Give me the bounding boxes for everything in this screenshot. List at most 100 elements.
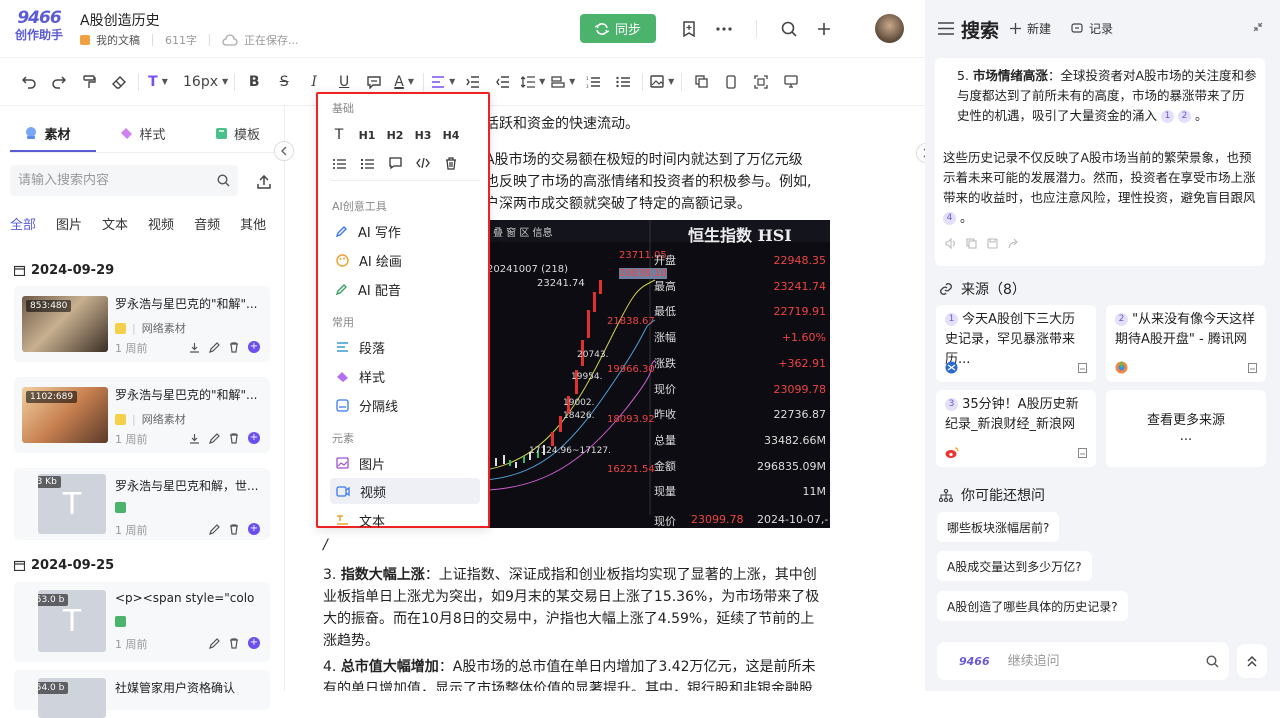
heading2-button[interactable]: H2 bbox=[387, 128, 404, 142]
menu-icon[interactable] bbox=[938, 22, 954, 35]
add-to-doc-icon[interactable]: + bbox=[248, 523, 260, 535]
save-icon[interactable] bbox=[987, 238, 998, 249]
doc-folder[interactable]: 我的文稿 bbox=[96, 32, 140, 48]
delete-icon[interactable] bbox=[229, 637, 239, 649]
delete-icon[interactable] bbox=[229, 341, 239, 353]
copy-icon[interactable] bbox=[966, 238, 977, 249]
menu-item-ai-paint[interactable]: AI 绘画 bbox=[330, 247, 480, 273]
related-question[interactable]: A股创造了哪些具体的历史记录? bbox=[937, 591, 1128, 621]
edit-icon[interactable] bbox=[209, 637, 220, 649]
filter-video[interactable]: 视频 bbox=[148, 214, 174, 233]
source-card[interactable]: 1 今天A股创下三大历史记录，罕见暴涨带来历... bbox=[936, 305, 1096, 382]
edit-icon[interactable] bbox=[209, 432, 220, 444]
scroll-top-button[interactable] bbox=[1237, 644, 1267, 678]
material-card[interactable]: 754.0 b 社媒管家用户资格确认 bbox=[14, 670, 270, 718]
material-card[interactable]: 1102:689 罗永浩与星巴克的"和解"... | 网络素材 1 周前 + bbox=[14, 377, 270, 453]
related-question[interactable]: A股成交量达到多少万亿? bbox=[937, 551, 1092, 581]
save-icon[interactable] bbox=[1078, 362, 1087, 373]
eraser-button[interactable] bbox=[104, 67, 134, 97]
share-icon[interactable] bbox=[1008, 238, 1019, 249]
tab-materials[interactable]: 素材 bbox=[0, 118, 95, 148]
ordered-list-icon[interactable] bbox=[332, 156, 346, 170]
follow-up-input[interactable] bbox=[1007, 653, 1206, 669]
stock-chart-image[interactable]: 叠 窗 区 信息 恒生指数 HSI 20241007 (218) 23241.7… bbox=[485, 220, 830, 528]
source-card[interactable]: 3 35分钟！A股历史新纪录_新浪财经_新浪网 bbox=[936, 390, 1096, 467]
bullet-list-button[interactable] bbox=[608, 67, 638, 97]
menu-item-image[interactable]: 图片 bbox=[330, 450, 480, 476]
material-card[interactable]: 1.3 Kb T 罗永浩与星巴克和解，世... 1 周前 + bbox=[14, 468, 270, 540]
citation-1[interactable]: 1 bbox=[1161, 110, 1174, 123]
search-icon[interactable] bbox=[1206, 654, 1219, 668]
related-question[interactable]: 哪些板块涨幅居前? bbox=[937, 512, 1060, 542]
search-icon[interactable] bbox=[217, 174, 230, 187]
code-icon[interactable] bbox=[416, 156, 430, 170]
delete-icon[interactable] bbox=[444, 156, 458, 170]
font-size-dropdown[interactable]: 16px ▼ bbox=[181, 67, 230, 97]
history-button[interactable]: 记录 bbox=[1071, 20, 1113, 37]
save-icon[interactable] bbox=[1248, 362, 1257, 373]
add-to-doc-icon[interactable]: + bbox=[248, 341, 260, 353]
add-icon[interactable] bbox=[813, 18, 835, 40]
more-icon[interactable] bbox=[713, 18, 735, 40]
citation-2[interactable]: 2 bbox=[1177, 110, 1191, 123]
bold-button[interactable]: B bbox=[239, 67, 269, 97]
citation-4[interactable]: 4 bbox=[943, 212, 956, 225]
edit-icon[interactable] bbox=[209, 523, 220, 535]
sync-button[interactable]: 同步 bbox=[580, 14, 656, 43]
heading4-button[interactable]: H4 bbox=[443, 128, 460, 142]
filter-text[interactable]: 文本 bbox=[102, 214, 128, 233]
doc-title[interactable]: A股创造历史 bbox=[80, 10, 160, 30]
source-card[interactable]: 2 "从来没有像今天这样期待A股开盘" - 腾讯网 bbox=[1106, 305, 1266, 382]
add-to-doc-icon[interactable]: + bbox=[248, 637, 260, 649]
menu-item-paragraph[interactable]: 段落 bbox=[330, 334, 480, 360]
text-block-button[interactable]: T bbox=[332, 127, 346, 143]
material-card[interactable]: 653.0 b T <p><span style="colo 1 周前 + bbox=[14, 582, 270, 662]
menu-item-ai-write[interactable]: AI 写作 bbox=[330, 218, 480, 244]
app-logo[interactable]: 9466 创作助手 bbox=[14, 10, 64, 48]
search-icon[interactable] bbox=[778, 18, 800, 40]
screenshot-button[interactable] bbox=[746, 67, 776, 97]
delete-icon[interactable] bbox=[229, 523, 239, 535]
filter-all[interactable]: 全部 bbox=[10, 214, 36, 233]
bullet-list-icon[interactable] bbox=[360, 156, 374, 170]
material-search-input[interactable] bbox=[18, 173, 217, 188]
menu-item-video[interactable]: 视频 bbox=[330, 478, 480, 504]
tab-templates[interactable]: 模板 bbox=[190, 118, 285, 148]
text-style-dropdown[interactable]: T ▼ bbox=[143, 67, 173, 97]
heading1-button[interactable]: H1 bbox=[359, 128, 376, 142]
material-card[interactable]: 853:480 罗永浩与星巴克的"和解"... | 网络素材 1 周前 + bbox=[14, 286, 270, 362]
filter-image[interactable]: 图片 bbox=[56, 214, 82, 233]
download-icon[interactable] bbox=[189, 341, 200, 353]
more-sources-button[interactable]: 查看更多来源 ... bbox=[1106, 390, 1266, 467]
minimize-icon[interactable] bbox=[1253, 22, 1263, 32]
quote-icon[interactable] bbox=[388, 156, 402, 170]
add-to-doc-icon[interactable]: + bbox=[248, 432, 260, 444]
heading3-button[interactable]: H3 bbox=[415, 128, 432, 142]
edit-icon[interactable] bbox=[209, 341, 220, 353]
copy-button[interactable] bbox=[686, 67, 716, 97]
layout-dropdown[interactable]: ▼ bbox=[548, 67, 578, 97]
undo-button[interactable] bbox=[14, 67, 44, 97]
save-icon[interactable] bbox=[1078, 448, 1087, 458]
ordered-list-button[interactable]: 13 bbox=[578, 67, 608, 97]
insert-image-dropdown[interactable]: ▼ bbox=[647, 67, 677, 97]
download-icon[interactable] bbox=[189, 432, 200, 444]
filter-audio[interactable]: 音频 bbox=[194, 214, 220, 233]
new-search-button[interactable]: 新建 bbox=[1010, 20, 1051, 37]
redo-button[interactable] bbox=[44, 67, 74, 97]
mobile-preview-button[interactable] bbox=[716, 67, 746, 97]
filter-other[interactable]: 其他 bbox=[240, 214, 266, 233]
desktop-preview-button[interactable] bbox=[776, 67, 806, 97]
speaker-icon[interactable] bbox=[945, 238, 956, 249]
delete-icon[interactable] bbox=[229, 432, 239, 444]
strikethrough-button[interactable]: S bbox=[269, 67, 299, 97]
menu-item-divider[interactable]: 分隔线 bbox=[330, 392, 480, 418]
upload-icon[interactable] bbox=[252, 170, 276, 194]
menu-item-style[interactable]: 样式 bbox=[330, 363, 480, 389]
line-height-dropdown[interactable]: ▼ bbox=[518, 67, 548, 97]
bookmark-icon[interactable] bbox=[678, 18, 700, 40]
menu-item-ai-voice[interactable]: AI 配音 bbox=[330, 276, 480, 302]
menu-item-text[interactable]: 文本 bbox=[330, 507, 480, 533]
outdent-button[interactable] bbox=[488, 67, 518, 97]
tab-styles[interactable]: 样式 bbox=[95, 118, 190, 148]
